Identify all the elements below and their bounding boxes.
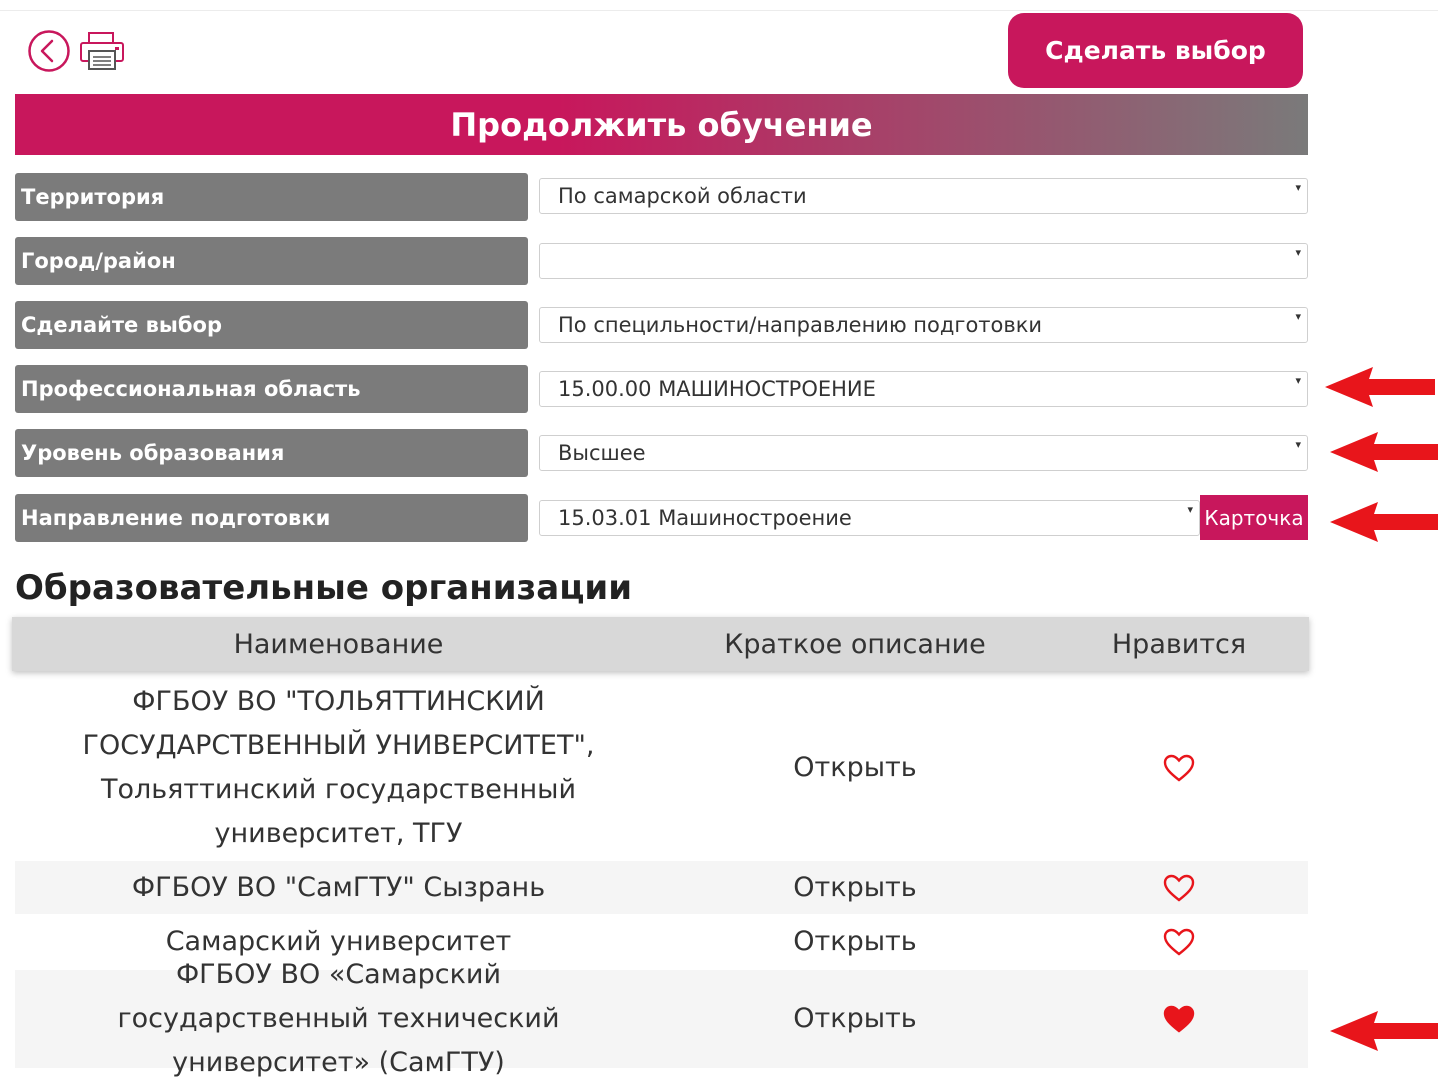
training-direction-label: Направление подготовки	[15, 494, 528, 542]
dropdown-caret-icon: ▾	[1295, 246, 1301, 259]
table-row: ФГБОУ ВО «Самарский государственный техн…	[15, 959, 1308, 1078]
education-level-label: Уровень образования	[15, 429, 528, 477]
annotation-arrow-icon	[1325, 367, 1435, 407]
open-link[interactable]: Открыть	[675, 676, 1035, 859]
like-button[interactable]	[1115, 861, 1243, 914]
territory-label: Территория	[15, 173, 528, 221]
organization-name: ФГБОУ ВО "ТОЛЬЯТТИНСКИЙ ГОСУДАРСТВЕННЫЙ …	[82, 685, 595, 849]
organization-name: ФГБОУ ВО "СамГТУ" Сызрань	[131, 871, 546, 903]
printer-icon[interactable]	[78, 31, 126, 71]
page-title: Продолжить обучение	[15, 94, 1308, 155]
territory-select[interactable]: По самарской области ▾	[539, 178, 1308, 214]
open-link[interactable]: Открыть	[675, 916, 1035, 968]
training-direction-select[interactable]: 15.03.01 Машиностроение ▾	[539, 500, 1200, 536]
heart-outline-icon	[1163, 754, 1195, 782]
open-link[interactable]: Открыть	[675, 861, 1035, 914]
column-header-description: Краткое описание	[724, 628, 986, 660]
dropdown-caret-icon: ▾	[1295, 181, 1301, 194]
table-row: ФГБОУ ВО "ТОЛЬЯТТИНСКИЙ ГОСУДАРСТВЕННЫЙ …	[15, 676, 1308, 859]
annotation-arrow-icon	[1330, 502, 1438, 542]
table-header: Наименование Краткое описание Нравится	[12, 617, 1309, 671]
annotation-arrow-icon	[1330, 1011, 1438, 1051]
choice-type-label: Сделайте выбор	[15, 301, 528, 349]
choice-type-select[interactable]: По специльности/направлению подготовки ▾	[539, 307, 1308, 343]
like-button[interactable]	[1115, 970, 1243, 1068]
city-district-label: Город/район	[15, 237, 528, 285]
heart-outline-icon	[1163, 874, 1195, 902]
column-header-like: Нравится	[1111, 628, 1247, 660]
like-button[interactable]	[1115, 676, 1243, 859]
back-icon[interactable]	[27, 29, 71, 73]
top-divider	[0, 10, 1438, 11]
card-button[interactable]: Карточка	[1200, 495, 1308, 540]
education-level-select[interactable]: Высшее ▾	[539, 435, 1308, 471]
organization-name: ФГБОУ ВО «Самарский государственный техн…	[117, 959, 560, 1078]
professional-area-label: Профессиональная область	[15, 365, 528, 413]
like-button[interactable]	[1115, 916, 1243, 968]
annotation-arrow-icon	[1330, 432, 1438, 472]
city-district-select[interactable]: ▾	[539, 243, 1308, 279]
table-row: ФГБОУ ВО "СамГТУ" Сызрань Открыть	[15, 861, 1308, 914]
dropdown-caret-icon: ▾	[1295, 374, 1301, 387]
professional-area-select[interactable]: 15.00.00 МАШИНОСТРОЕНИЕ ▾	[539, 371, 1308, 407]
dropdown-caret-icon: ▾	[1295, 310, 1301, 323]
dropdown-caret-icon: ▾	[1295, 438, 1301, 451]
education-level-value: Высшее	[558, 441, 646, 465]
professional-area-value: 15.00.00 МАШИНОСТРОЕНИЕ	[558, 377, 876, 401]
open-link[interactable]: Открыть	[675, 970, 1035, 1068]
training-direction-value: 15.03.01 Машиностроение	[558, 506, 852, 530]
heart-filled-icon	[1163, 1005, 1195, 1033]
column-header-name: Наименование	[233, 628, 444, 660]
section-title: Образовательные организации	[15, 568, 633, 608]
make-choice-button[interactable]: Сделать выбор	[1008, 13, 1303, 88]
choice-type-value: По специльности/направлению подготовки	[558, 313, 1043, 337]
dropdown-caret-icon: ▾	[1187, 503, 1193, 516]
heart-outline-icon	[1163, 928, 1195, 956]
territory-value: По самарской области	[558, 184, 807, 208]
